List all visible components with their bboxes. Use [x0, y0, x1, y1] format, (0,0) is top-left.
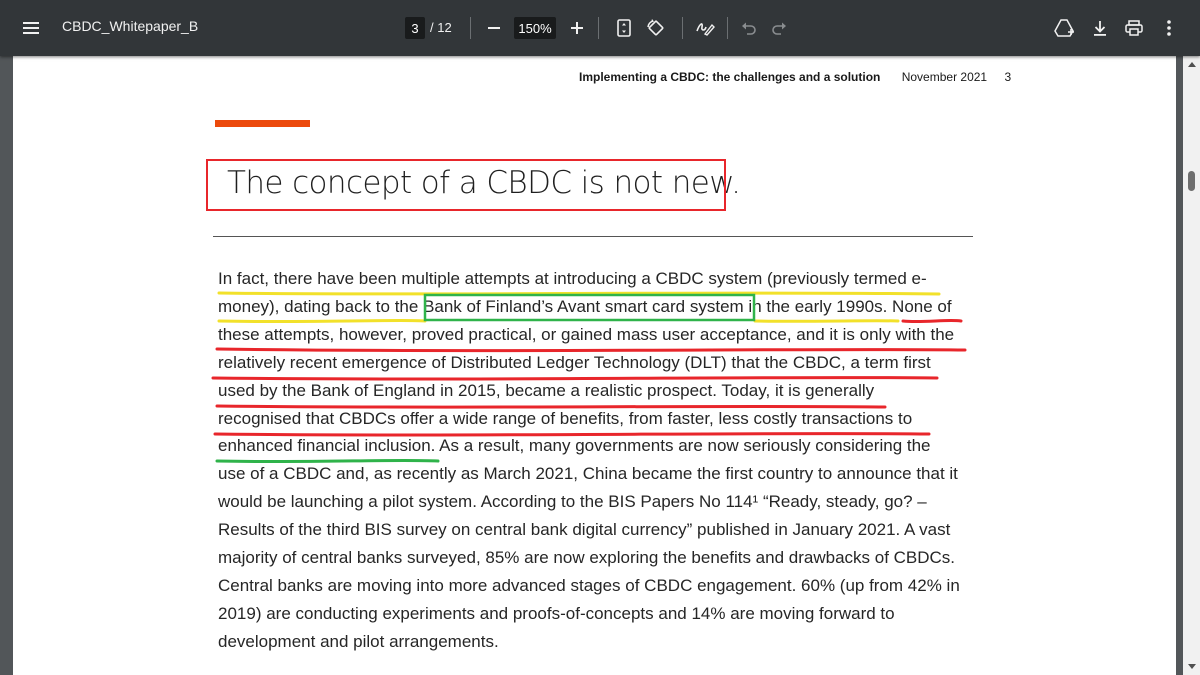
scroll-down-arrow-icon[interactable] [1183, 658, 1200, 675]
toolbar-divider [682, 17, 683, 39]
draw-annotation-icon[interactable] [693, 16, 717, 40]
add-to-drive-icon[interactable] [1053, 16, 1077, 40]
rotate-icon[interactable] [643, 16, 667, 40]
more-options-icon[interactable] [1157, 16, 1181, 40]
red-underline [213, 432, 931, 437]
undo-icon[interactable] [737, 16, 761, 40]
green-underline [215, 458, 440, 464]
toolbar-divider [598, 17, 599, 39]
document-title: CBDC_Whitepaper_B [62, 18, 199, 34]
toolbar-divider [470, 17, 471, 39]
annotation-layer [211, 291, 967, 464]
red-underline [215, 404, 887, 409]
red-underline [901, 318, 963, 324]
zoom-out-button[interactable] [482, 16, 506, 40]
redo-icon[interactable] [767, 16, 791, 40]
vertical-scrollbar[interactable] [1183, 56, 1200, 675]
yellow-underline [217, 318, 427, 324]
fit-to-page-icon[interactable] [612, 16, 636, 40]
green-highlight-box [423, 293, 756, 322]
print-icon[interactable] [1122, 16, 1146, 40]
red-underline [215, 347, 967, 353]
page-number-input[interactable]: 3 [405, 17, 425, 39]
download-icon[interactable] [1088, 16, 1112, 40]
scroll-up-arrow-icon[interactable] [1183, 56, 1200, 73]
zoom-in-button[interactable] [565, 16, 589, 40]
pdf-page: Implementing a CBDC: the challenges and … [13, 56, 1176, 675]
scroll-thumb[interactable] [1188, 171, 1195, 191]
pdf-toolbar: CBDC_Whitepaper_B 3 / 12 150% [0, 0, 1200, 56]
toolbar-divider [727, 17, 728, 39]
menu-icon[interactable] [18, 16, 44, 40]
yellow-underline [753, 319, 900, 323]
red-underline [211, 376, 939, 381]
page-total-label: / 12 [430, 20, 452, 35]
zoom-level-input[interactable]: 150% [514, 17, 556, 39]
